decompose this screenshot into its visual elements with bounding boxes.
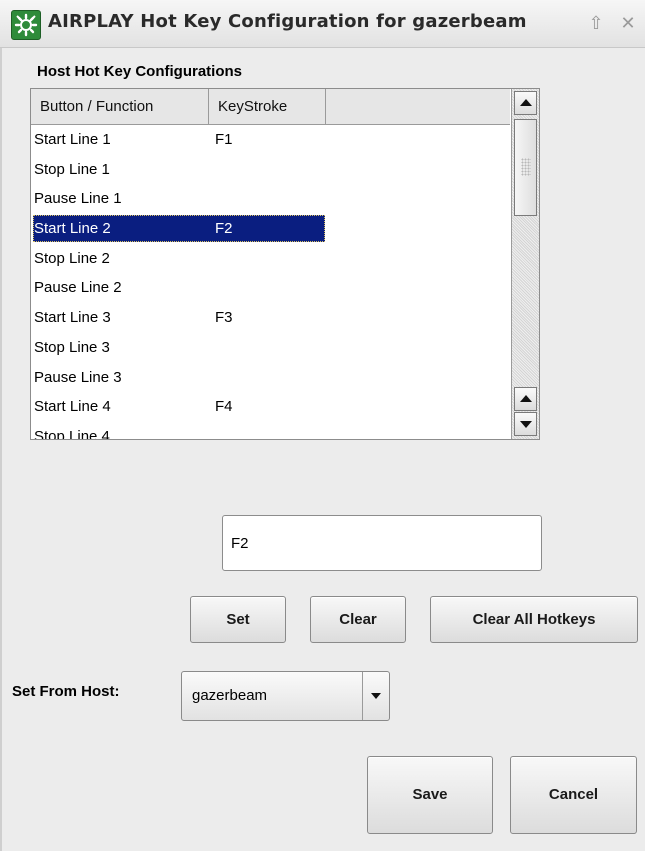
clear-button[interactable]: Clear <box>310 596 406 643</box>
host-select-value: gazerbeam <box>192 687 268 704</box>
keystroke-cell: F3 <box>215 309 233 327</box>
title-bar[interactable]: AIRPLAY Hot Key Configuration for gazerb… <box>0 0 645 48</box>
host-select[interactable]: gazerbeam <box>181 671 390 721</box>
function-cell: Stop Line 2 <box>34 249 110 267</box>
hotkey-config-window: AIRPLAY Hot Key Configuration for gazerb… <box>0 0 645 851</box>
chevron-down-icon[interactable] <box>371 693 381 699</box>
column-header-keystroke[interactable]: KeyStroke <box>209 89 326 124</box>
combo-separator <box>362 672 363 720</box>
function-cell: Stop Line 3 <box>34 338 110 356</box>
table-row[interactable]: Start Line 4 F4 <box>31 392 510 422</box>
scroll-thumb[interactable] <box>514 119 537 216</box>
keystroke-cell: F2 <box>215 220 233 238</box>
function-cell: Stop Line 1 <box>34 160 110 178</box>
save-button[interactable]: Save <box>367 756 493 834</box>
keystroke-input[interactable] <box>222 515 542 571</box>
table-row[interactable]: Stop Line 3 <box>31 333 510 363</box>
arrow-down-icon <box>520 421 532 428</box>
table-header: Button / Function KeyStroke <box>31 89 510 125</box>
section-title: Host Hot Key Configurations <box>37 63 242 80</box>
airplay-gear-icon[interactable] <box>11 10 41 40</box>
table-row-selected[interactable]: Start Line 2 F2 <box>31 214 510 244</box>
scroll-down-button[interactable] <box>514 412 537 436</box>
function-cell: Pause Line 2 <box>34 279 122 297</box>
scroll-up-button[interactable] <box>514 91 537 115</box>
table-row[interactable]: Pause Line 3 <box>31 363 510 393</box>
scroll-up-button-lower[interactable] <box>514 387 537 411</box>
function-cell: Pause Line 3 <box>34 368 122 386</box>
clear-all-hotkeys-button[interactable]: Clear All Hotkeys <box>430 596 638 643</box>
table-row[interactable]: Stop Line 2 <box>31 244 510 274</box>
column-header-filler <box>326 89 510 124</box>
column-header-function[interactable]: Button / Function <box>31 89 209 124</box>
vertical-scrollbar[interactable] <box>511 89 539 439</box>
grip-icon <box>521 158 531 176</box>
function-cell: Start Line 4 <box>34 398 111 416</box>
table-row[interactable]: Pause Line 2 <box>31 273 510 303</box>
up-arrow-icon[interactable]: ⇧ <box>585 13 607 35</box>
window-title: AIRPLAY Hot Key Configuration for gazerb… <box>48 11 527 32</box>
set-button[interactable]: Set <box>190 596 286 643</box>
cancel-button[interactable]: Cancel <box>510 756 637 834</box>
table-row[interactable]: Pause Line 1 <box>31 184 510 214</box>
keystroke-cell: F1 <box>215 131 233 148</box>
table-row[interactable]: Stop Line 1 <box>31 155 510 185</box>
table-row[interactable]: Stop Line 4 <box>31 422 510 440</box>
table-row[interactable]: Start Line 3 F3 <box>31 303 510 333</box>
close-icon[interactable]: ✕ <box>617 13 639 35</box>
function-cell: Start Line 1 <box>34 131 111 148</box>
set-from-host-label: Set From Host: <box>12 683 120 700</box>
function-cell: Pause Line 1 <box>34 190 122 208</box>
arrow-up-icon <box>520 99 532 106</box>
function-cell: Start Line 3 <box>34 309 111 327</box>
arrow-up-icon <box>520 395 532 402</box>
function-cell: Stop Line 4 <box>34 427 110 440</box>
hotkey-table[interactable]: Button / Function KeyStroke Start Line 1… <box>30 88 540 440</box>
keystroke-cell: F4 <box>215 398 233 416</box>
table-row[interactable]: Start Line 1 F1 <box>31 125 510 155</box>
window-border <box>0 48 2 851</box>
table-body: Start Line 1 F1 Stop Line 1 Pause Line 1… <box>31 125 510 440</box>
function-cell: Start Line 2 <box>34 220 111 238</box>
